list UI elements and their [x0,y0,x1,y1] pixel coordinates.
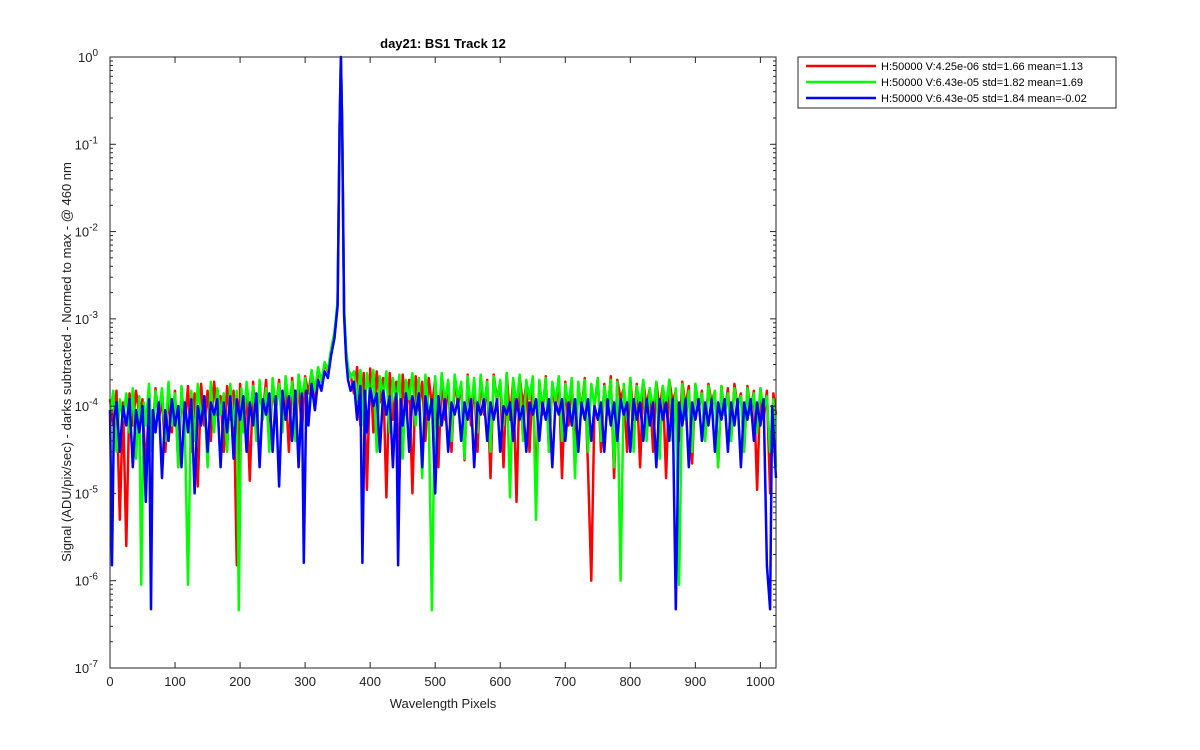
x-tick-label: 200 [229,674,251,689]
y-tick-label: 10-5 [75,484,99,501]
legend-entry-3: H:50000 V:6.43e-05 std=1.84 mean=-0.02 [881,93,1087,105]
legend-entry-1: H:50000 V:4.25e-06 std=1.66 mean=1.13 [881,61,1083,73]
x-tick-label: 300 [294,674,316,689]
x-tick-label: 500 [424,674,446,689]
x-tick-label: 400 [359,674,381,689]
x-tick-label: 600 [489,674,511,689]
y-tick-label: 10-7 [75,659,99,676]
y-tick-label: 100 [78,48,98,65]
y-tick-label: 10-6 [75,572,99,589]
y-tick-label: 10-4 [75,397,99,414]
legend: H:50000 V:4.25e-06 std=1.66 mean=1.13 H:… [797,56,1117,109]
x-tick-label: 800 [619,674,641,689]
x-axis-label: Wavelength Pixels [390,696,497,711]
legend-entry-2: H:50000 V:6.43e-05 std=1.82 mean=1.69 [881,77,1083,89]
x-tick-label: 0 [106,674,113,689]
x-tick-label: 100 [164,674,186,689]
chart-title: day21: BS1 Track 12 [380,36,506,51]
y-tick-label: 10-3 [75,310,99,327]
y-axis-label: Signal (ADU/pix/sec) - darks subtracted … [59,162,74,562]
y-tick-label: 10-2 [75,223,99,240]
chart: 0 100 200 300 400 500 600 700 800 900 1000 10-7 10-… [59,36,1117,711]
x-tick-label: 900 [685,674,707,689]
x-tick-label: 700 [554,674,576,689]
x-tick-label: 1000 [746,674,775,689]
y-tick-label: 10-1 [75,135,99,152]
